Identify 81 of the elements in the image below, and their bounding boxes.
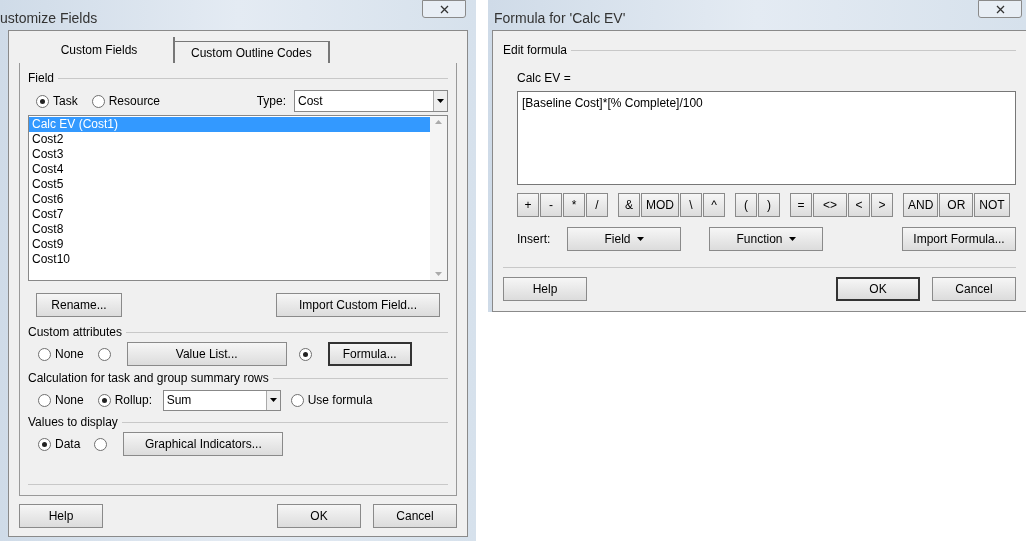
type-label: Type:	[256, 93, 286, 110]
list-item[interactable]: Cost10	[29, 252, 430, 267]
radio-label[interactable]: Resource	[108, 92, 161, 110]
option-button[interactable]: Value List...	[126, 342, 287, 366]
dialog-button[interactable]: Cancel	[373, 504, 457, 528]
radio-button[interactable]	[97, 347, 111, 361]
operator-button[interactable]: ^	[703, 193, 725, 217]
operator-button[interactable]: OR	[939, 193, 974, 217]
insert-label: Insert:	[517, 231, 552, 248]
radio-button[interactable]	[94, 437, 108, 451]
radio-label[interactable]: Rollup:	[114, 391, 159, 409]
list-item[interactable]: Cost2	[29, 132, 430, 147]
radio-button[interactable]	[38, 393, 51, 407]
operator-button[interactable]: (	[735, 193, 757, 217]
type-dropdown[interactable]: Cost	[294, 90, 448, 112]
radio-button[interactable]	[97, 393, 111, 407]
radio-label[interactable]: Use formula	[307, 391, 373, 409]
dialog-button[interactable]: Cancel	[932, 277, 1016, 301]
operator-button[interactable]: <	[848, 193, 870, 217]
option-button[interactable]: Graphical Indicators...	[123, 432, 284, 456]
window-title: ustomize Fields	[0, 9, 98, 28]
window-title: Formula for 'Calc EV'	[494, 9, 626, 28]
option-button[interactable]: Formula...	[327, 342, 412, 366]
operator-button[interactable]: \	[680, 193, 702, 217]
dropdown-value: Cost	[297, 93, 324, 110]
operator-button[interactable]: &	[618, 193, 640, 217]
list-item[interactable]: Cost9	[29, 237, 430, 252]
dialog-button[interactable]: OK	[277, 504, 361, 528]
dialog-button[interactable]: Help	[503, 277, 587, 301]
operator-button[interactable]: -	[540, 193, 562, 217]
list-item[interactable]: Cost5	[29, 177, 430, 192]
caret-icon	[788, 237, 796, 241]
import-formula-button[interactable]: Import Formula...	[902, 227, 1016, 251]
dropdown-value: Sum	[165, 392, 193, 409]
list-item[interactable]: Cost6	[29, 192, 430, 207]
dialog-button[interactable]: Help	[19, 504, 103, 528]
list-item[interactable]: Cost7	[29, 207, 430, 222]
close-button[interactable]	[422, 0, 466, 18]
radio-label[interactable]: Data	[55, 435, 81, 453]
operator-button[interactable]: MOD	[641, 193, 679, 217]
group-label: Values to display	[28, 414, 118, 431]
operator-button[interactable]: /	[586, 193, 608, 217]
radio-button[interactable]	[298, 347, 312, 361]
caret-icon	[437, 99, 444, 103]
radio-button[interactable]	[91, 94, 105, 108]
dialog-button[interactable]: OK	[836, 277, 920, 301]
operator-button[interactable]: >	[871, 193, 893, 217]
group-label: Field	[28, 70, 54, 87]
radio-label[interactable]: None	[55, 391, 84, 409]
rollup-dropdown[interactable]: Sum	[162, 389, 281, 411]
operator-button[interactable]: =	[790, 193, 812, 217]
caret-icon	[636, 237, 644, 241]
group-label: Calculation for task and group summary rows	[28, 370, 269, 387]
rename-button[interactable]: Rename...	[36, 293, 122, 317]
close-button[interactable]	[978, 0, 1022, 18]
close-icon	[995, 4, 1005, 14]
list-item[interactable]: Cost3	[29, 147, 430, 162]
caret-icon	[269, 398, 277, 402]
radio-button[interactable]	[38, 347, 51, 361]
radio-button[interactable]	[36, 94, 49, 108]
operator-button[interactable]: +	[517, 193, 539, 217]
tab[interactable]: Custom Outline Codes	[175, 41, 330, 63]
group-label: Custom attributes	[28, 324, 123, 341]
import-custom-field-button[interactable]: Import Custom Field...	[276, 293, 440, 317]
insert-dropdown-button[interactable]: Field	[567, 227, 681, 251]
operator-button[interactable]: )	[758, 193, 780, 217]
list-item[interactable]: Cost4	[29, 162, 430, 177]
radio-label[interactable]: None	[55, 345, 84, 363]
radio-button[interactable]	[38, 437, 51, 451]
insert-dropdown-button[interactable]: Function	[709, 227, 823, 251]
radio-label[interactable]: Task	[53, 92, 78, 110]
formula-field[interactable]: [Baseline Cost]*[% Complete]/100	[517, 91, 1016, 185]
group-label: Edit formula	[503, 42, 568, 59]
operator-button[interactable]: NOT	[974, 193, 1010, 217]
list-item[interactable]: Cost8	[29, 222, 430, 237]
operator-button[interactable]: *	[563, 193, 585, 217]
close-icon	[439, 4, 449, 14]
radio-button[interactable]	[290, 393, 304, 407]
operator-button[interactable]: AND	[903, 193, 939, 217]
operator-button[interactable]: <>	[813, 193, 847, 217]
field-label: Calc EV =	[517, 71, 571, 85]
